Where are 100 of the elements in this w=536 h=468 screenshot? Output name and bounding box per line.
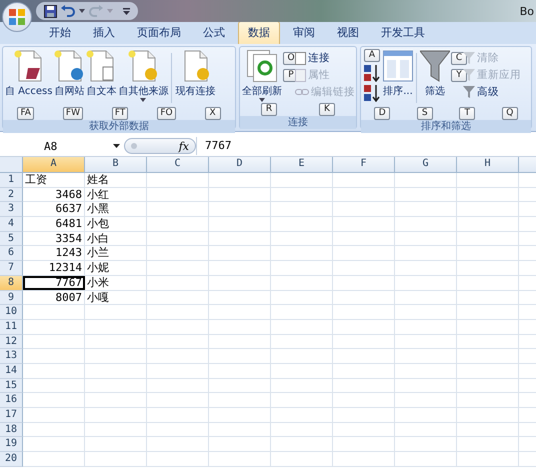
keytip: FW bbox=[62, 107, 83, 120]
ribbon-button[interactable]: 自其他来源 bbox=[117, 49, 170, 103]
customize-icon[interactable] bbox=[123, 8, 130, 14]
row-header[interactable]: 19 bbox=[0, 437, 23, 452]
table-cell-text: 小嘎 bbox=[86, 290, 110, 304]
row-header[interactable]: 20 bbox=[0, 452, 23, 467]
row-header[interactable]: 17 bbox=[0, 408, 23, 423]
row-header[interactable]: 16 bbox=[0, 393, 23, 408]
group-label: 连接 bbox=[240, 116, 356, 129]
document-icon bbox=[86, 50, 116, 82]
ribbon-tab[interactable]: 开始 bbox=[40, 22, 80, 44]
table-cell-text: 12314 bbox=[48, 261, 83, 275]
formula-field[interactable]: 7767 bbox=[196, 137, 536, 155]
ribbon-tab[interactable]: 页面布局 bbox=[128, 22, 190, 44]
office-button[interactable] bbox=[2, 2, 32, 32]
table-cell-text: 小妮 bbox=[86, 261, 110, 275]
sort-ascending-icon[interactable] bbox=[364, 65, 380, 82]
keytip: FT bbox=[112, 107, 128, 120]
ribbon-tab[interactable]: 视图 bbox=[328, 22, 368, 44]
save-icon[interactable] bbox=[44, 4, 57, 18]
row-header[interactable]: 2 bbox=[0, 188, 23, 202]
caret-icon bbox=[113, 144, 120, 148]
table-cell-text: 8007 bbox=[54, 290, 83, 304]
keytip: D bbox=[374, 107, 390, 120]
ribbon-button[interactable]: 筛选 bbox=[419, 49, 451, 99]
table-cell-text: 小米 bbox=[86, 276, 110, 290]
chain-icon bbox=[295, 89, 309, 95]
table-cell-text: 工资 bbox=[24, 173, 48, 187]
funnel-icon bbox=[420, 50, 450, 82]
row-header[interactable]: 8 bbox=[0, 276, 23, 290]
refresh-icon bbox=[247, 50, 277, 82]
row-header[interactable]: 6 bbox=[0, 246, 23, 262]
row-header[interactable]: 7 bbox=[0, 261, 23, 276]
row-header[interactable]: 5 bbox=[0, 232, 23, 246]
row-header[interactable]: 10 bbox=[0, 305, 23, 320]
row-header[interactable]: 18 bbox=[0, 422, 23, 438]
row-header[interactable]: 11 bbox=[0, 320, 23, 335]
group-label: 获取外部数据 bbox=[3, 120, 235, 133]
table-cell-text: 姓名 bbox=[86, 173, 110, 187]
keytip: FA bbox=[17, 107, 34, 120]
ribbon-button[interactable]: 全部刷新 bbox=[241, 49, 283, 103]
keytip: T bbox=[459, 107, 476, 120]
keytip: Q bbox=[502, 107, 518, 120]
ribbon-tab[interactable]: 公式 bbox=[194, 22, 234, 44]
ribbon-button[interactable]: 自网站 bbox=[53, 49, 86, 99]
insert-function-button[interactable]: fx bbox=[178, 140, 189, 152]
name-box[interactable]: A8 bbox=[0, 137, 124, 155]
document-icon bbox=[14, 50, 44, 82]
keytip: R bbox=[261, 103, 277, 116]
row-header[interactable]: 15 bbox=[0, 378, 23, 394]
document-icon bbox=[295, 68, 306, 82]
document-icon bbox=[54, 50, 84, 82]
sort-icon bbox=[383, 50, 413, 82]
funnel-icon bbox=[463, 86, 475, 98]
keytip: A bbox=[364, 49, 380, 62]
keytip: FO bbox=[157, 107, 176, 120]
table-cell-text: 小白 bbox=[86, 232, 110, 246]
row-header[interactable]: 13 bbox=[0, 349, 23, 364]
table-cell: 7767 bbox=[23, 276, 85, 290]
table-cell-text: 3468 bbox=[54, 188, 83, 202]
ribbon-button[interactable]: 高级 bbox=[463, 84, 499, 100]
splitter-handle[interactable] bbox=[131, 143, 137, 149]
ribbon-button[interactable]: 排序... bbox=[382, 49, 414, 99]
ribbon-button[interactable]: 自 Access bbox=[4, 49, 54, 99]
table-cell-text: 小黑 bbox=[86, 202, 110, 216]
group-label: 排序和筛选 bbox=[361, 120, 531, 133]
keytip: S bbox=[416, 107, 433, 120]
table-cell-text: 3354 bbox=[54, 232, 83, 246]
row-header[interactable]: 1 bbox=[0, 173, 23, 188]
row-header[interactable]: 9 bbox=[0, 290, 23, 306]
row-header[interactable]: 12 bbox=[0, 334, 23, 350]
sort-descending-icon[interactable] bbox=[364, 85, 380, 102]
table-cell-text: 6481 bbox=[54, 217, 83, 231]
keytip: C bbox=[451, 52, 467, 64]
row-header[interactable]: 4 bbox=[0, 217, 23, 232]
funnel-icon bbox=[463, 69, 475, 81]
caret-icon[interactable] bbox=[79, 9, 85, 13]
window-title: Bo bbox=[520, 4, 535, 18]
ribbon-tab[interactable]: 插入 bbox=[84, 22, 124, 44]
ribbon-tab[interactable]: 审阅 bbox=[284, 22, 324, 44]
keytip: Y bbox=[451, 68, 467, 82]
logo bbox=[9, 9, 25, 25]
table-cell-text: 小兰 bbox=[86, 246, 110, 260]
table-cell-text: 6637 bbox=[54, 202, 83, 216]
document-icon bbox=[128, 50, 158, 82]
ribbon-button[interactable]: 现有连接 bbox=[174, 49, 216, 99]
keytip: X bbox=[204, 107, 221, 120]
ribbon-tab[interactable]: 开发工具 bbox=[372, 22, 434, 44]
undo-icon[interactable] bbox=[61, 5, 75, 17]
table-cell-text: 1243 bbox=[54, 246, 83, 260]
row-header[interactable]: 14 bbox=[0, 364, 23, 379]
table-cell-text: 小红 bbox=[86, 188, 110, 202]
document-icon bbox=[295, 52, 306, 64]
funnel-icon bbox=[463, 52, 475, 64]
table-cell-text: 小包 bbox=[86, 217, 110, 231]
ribbon-tab[interactable]: 数据 bbox=[238, 21, 280, 44]
keytip: K bbox=[319, 103, 335, 116]
column-header[interactable]: A bbox=[23, 157, 85, 172]
ribbon-button[interactable]: 自文本 bbox=[85, 49, 118, 99]
row-header[interactable]: 3 bbox=[0, 202, 23, 218]
